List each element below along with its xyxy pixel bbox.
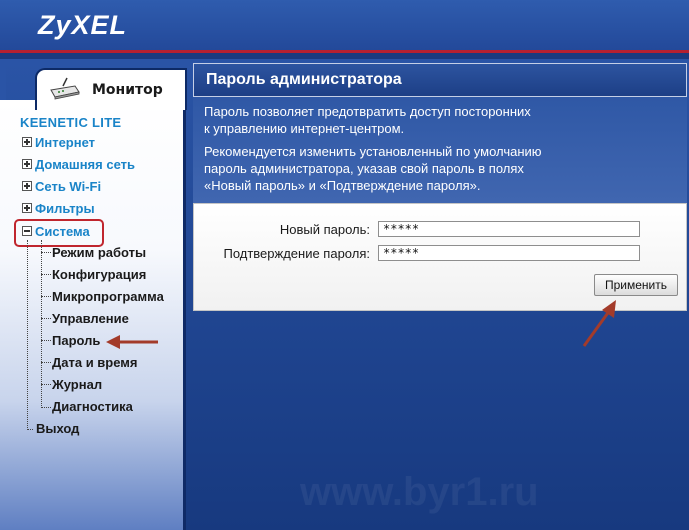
sidebar-item-wifi[interactable]: Сеть Wi-Fi	[22, 179, 101, 194]
new-password-label: Новый пароль:	[279, 222, 370, 237]
confirm-password-input[interactable]: *****	[378, 245, 640, 261]
sidebar-item-label: Домашняя сеть	[35, 157, 135, 172]
watermark-bottom: www.byr1.ru	[300, 470, 539, 514]
tree-line-root	[27, 240, 28, 430]
apply-button[interactable]: Применить	[594, 274, 678, 296]
sidebar-item-internet[interactable]: Интернет	[22, 135, 95, 150]
desc-line: пароль администратора, указав свой парол…	[204, 161, 524, 176]
sidebar-subitem-diagnostics[interactable]: Диагностика	[52, 399, 133, 414]
device-brand: KEENETIC LITE	[20, 115, 122, 130]
sidebar-subitem-datetime[interactable]: Дата и время	[52, 355, 138, 370]
tree-branch	[41, 318, 51, 319]
desc-line: Пароль позволяет предотвратить доступ по…	[204, 104, 531, 119]
desc-line: «Новый пароль» и «Подтверждение пароля».	[204, 178, 481, 193]
sidebar-subitem-config[interactable]: Конфигурация	[52, 267, 146, 282]
sidebar-subitem-firmware[interactable]: Микропрограмма	[52, 289, 164, 304]
header-bar: ZyXEL	[0, 0, 689, 50]
sidebar-item-label: Интернет	[35, 135, 96, 150]
sidebar-subitem-mode[interactable]: Режим работы	[52, 245, 146, 260]
sidebar-subitem-password[interactable]: Пароль	[52, 333, 100, 348]
sidebar-edge	[0, 59, 6, 100]
sidebar-subitem-log[interactable]: Журнал	[52, 377, 102, 392]
confirm-password-label: Подтверждение пароля:	[223, 246, 370, 261]
tree-branch	[41, 252, 51, 253]
sidebar-item-label: Сеть Wi-Fi	[35, 179, 102, 194]
tree-line	[41, 240, 42, 408]
zyxel-logo: ZyXEL	[38, 10, 128, 40]
sidebar-item-label: Фильтры	[35, 201, 95, 216]
desc-line: Рекомендуется изменить установленный по …	[204, 144, 542, 159]
expand-icon	[22, 137, 32, 147]
sidebar-item-filters[interactable]: Фильтры	[22, 201, 95, 216]
tree-branch	[41, 274, 51, 275]
expand-icon	[22, 203, 32, 213]
password-panel: Пароль администратора Пароль позволяет п…	[193, 63, 687, 311]
expand-icon	[22, 159, 32, 169]
new-password-input[interactable]: *****	[378, 221, 640, 237]
tree-branch	[27, 429, 33, 430]
arrow-annotation-apply	[582, 300, 616, 347]
sidebar-item-home-network[interactable]: Домашняя сеть	[22, 157, 135, 172]
arrow-annotation-password	[106, 335, 158, 349]
sidebar-subitem-management[interactable]: Управление	[52, 311, 129, 326]
sidebar-item-exit[interactable]: Выход	[36, 421, 79, 436]
tree-branch	[41, 340, 51, 341]
tree-branch	[41, 296, 51, 297]
panel-title-bar: Пароль администратора	[193, 63, 687, 97]
tab-monitor-label: Монитор	[92, 82, 163, 98]
tree-branch	[41, 362, 51, 363]
router-icon	[50, 77, 80, 100]
tree-branch	[41, 384, 51, 385]
expand-icon	[22, 181, 32, 191]
tab-monitor[interactable]: Монитор	[35, 68, 187, 110]
desc-line: к управлению интернет-центром.	[204, 121, 405, 136]
password-form: Новый пароль: ***** Подтверждение пароля…	[193, 203, 687, 311]
tree-branch	[41, 407, 51, 408]
panel-title: Пароль администратора	[206, 71, 402, 88]
